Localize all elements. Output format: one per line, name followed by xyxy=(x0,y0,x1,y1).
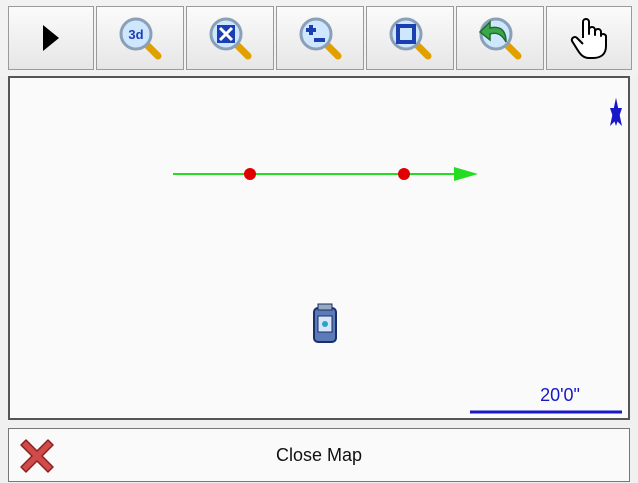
survey-point-1[interactable] xyxy=(244,168,256,180)
zoom-window-icon xyxy=(389,17,432,60)
north-arrow-icon xyxy=(610,98,622,126)
zoom-previous-icon xyxy=(478,17,522,60)
view-3d-button[interactable]: 3d xyxy=(96,6,184,70)
play-triangle-icon xyxy=(43,25,59,51)
map-toolbar: 3d xyxy=(0,0,638,76)
zoom-3d-icon: 3d xyxy=(119,17,162,60)
hand-pan-icon xyxy=(570,18,607,59)
zoom-in-out-icon xyxy=(299,17,342,60)
total-station-icon[interactable] xyxy=(313,303,337,343)
close-map-button[interactable]: Close Map xyxy=(9,429,629,481)
pan-button[interactable] xyxy=(546,6,632,70)
line-direction-arrow xyxy=(454,167,478,181)
footer-bar: Close Map xyxy=(8,428,630,482)
zoom-window-button[interactable] xyxy=(366,6,454,70)
survey-point-2[interactable] xyxy=(398,168,410,180)
svg-text:3d: 3d xyxy=(128,27,143,42)
scale-label: 20'0" xyxy=(540,385,580,405)
close-map-label: Close Map xyxy=(275,445,363,465)
zoom-previous-button[interactable] xyxy=(456,6,544,70)
map-drawing xyxy=(173,98,622,414)
zoom-extents-icon xyxy=(209,17,252,60)
menu-arrow-button[interactable] xyxy=(8,6,94,70)
zoom-in-out-button[interactable] xyxy=(276,6,364,70)
zoom-extents-button[interactable] xyxy=(186,6,274,70)
map-canvas[interactable]: 20'0" xyxy=(8,76,630,420)
